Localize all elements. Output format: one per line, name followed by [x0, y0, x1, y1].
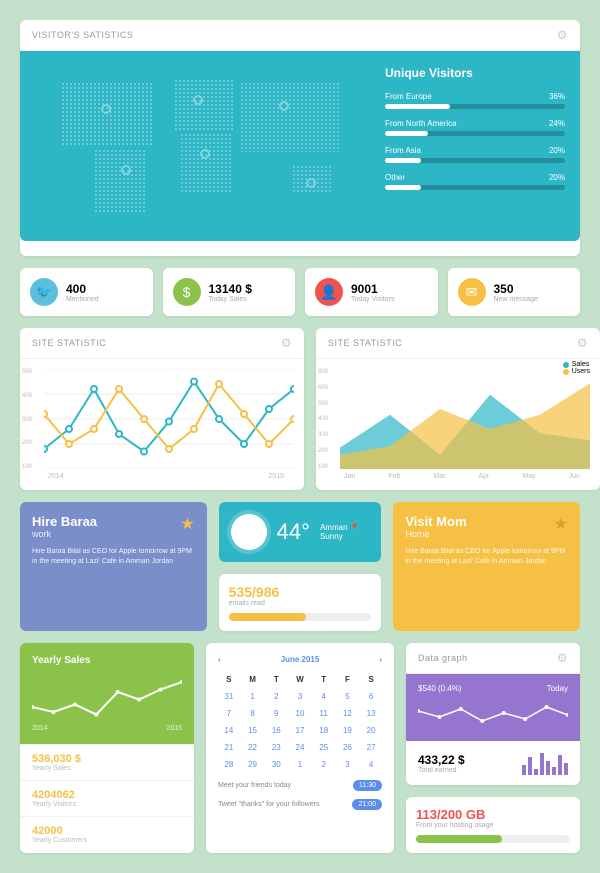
pin-icon: 📍	[350, 523, 360, 532]
yearly-sales-card: Yearly Sales 20142015 536,030 $Yearly Sa…	[20, 643, 194, 853]
stat-card[interactable]: $13140 $Today Sales	[163, 268, 296, 316]
stat-card[interactable]: 👤9001Today Visitors	[305, 268, 438, 316]
cal-day[interactable]: 1	[242, 689, 264, 704]
unique-heading: Unique Visitors	[385, 66, 565, 80]
chart-title: SITE STATISTIC	[328, 338, 402, 348]
note-body: Hire Baraa Bilal as CEO for Apple tomorr…	[405, 547, 568, 567]
cal-day[interactable]: 22	[242, 740, 264, 755]
cal-day[interactable]: 23	[265, 740, 287, 755]
visitors-title: VISITOR'S SATISTICS	[32, 30, 133, 40]
world-map	[35, 66, 365, 226]
gear-icon[interactable]: ⚙	[557, 28, 568, 42]
cal-day[interactable]: 9	[265, 706, 287, 721]
weather-cond: Sunny	[320, 532, 360, 541]
line-chart-card: SITE STATISTIC ⚙ 500400300200100 2014201…	[20, 328, 304, 490]
cal-next[interactable]: ›	[379, 655, 382, 664]
cal-day[interactable]: 21	[218, 740, 240, 755]
cal-day[interactable]: 2	[313, 757, 335, 772]
gear-icon[interactable]: ⚙	[577, 336, 588, 350]
dg-total: 433,22 $	[418, 753, 465, 767]
cal-day[interactable]: 12	[337, 706, 359, 721]
weather-card: 44° Amman 📍 Sunny	[219, 502, 382, 562]
yearly-title: Yearly Sales	[32, 655, 182, 666]
emails-value: 535/986	[229, 584, 372, 600]
cal-day[interactable]: 4	[360, 757, 382, 772]
stat-card[interactable]: 🐦400Mentioned	[20, 268, 153, 316]
dg-bars	[522, 751, 568, 775]
cal-day[interactable]: 10	[289, 706, 311, 721]
cal-day[interactable]: 6	[360, 689, 382, 704]
stats-row: 🐦400Mentioned$13140 $Today Sales👤9001Tod…	[20, 268, 580, 316]
storage-label: From your hosting usage	[416, 822, 570, 829]
cal-day[interactable]: 14	[218, 723, 240, 738]
cal-day[interactable]: 31	[218, 689, 240, 704]
cal-day[interactable]: 15	[242, 723, 264, 738]
cal-day[interactable]: 7	[218, 706, 240, 721]
cal-day[interactable]: 24	[289, 740, 311, 755]
gear-icon[interactable]: ⚙	[557, 651, 568, 665]
sun-icon	[231, 514, 267, 550]
cal-day[interactable]: 3	[337, 757, 359, 772]
area-chart-card: SITE STATISTIC ⚙ SalesUsers 800600500400…	[316, 328, 600, 490]
visit-note[interactable]: ★ Visit Mom Home Hire Baraa Bilal as CEO…	[393, 502, 580, 631]
stat-card[interactable]: ✉350New message	[448, 268, 581, 316]
dg-total-label: Total earned	[418, 767, 465, 774]
storage-progress	[416, 835, 502, 843]
cal-day[interactable]: 4	[313, 689, 335, 704]
note-sub: Home	[405, 529, 568, 539]
calendar-card: ‹ June 2015 › SMTWTFS3112345678910111213…	[206, 643, 394, 853]
note-body: Hire Baraa Bilal as CEO for Apple tomorr…	[32, 547, 195, 567]
cal-day[interactable]: 27	[360, 740, 382, 755]
cal-prev[interactable]: ‹	[218, 655, 221, 664]
storage-card: 113/200 GB From your hosting usage	[406, 797, 580, 853]
cal-day[interactable]: 18	[313, 723, 335, 738]
note-title: Visit Mom	[405, 514, 568, 529]
cal-day[interactable]: 2	[265, 689, 287, 704]
cal-day[interactable]: 30	[265, 757, 287, 772]
cal-day[interactable]: 19	[337, 723, 359, 738]
note-sub: work	[32, 529, 195, 539]
cal-day[interactable]: 3	[289, 689, 311, 704]
cal-day[interactable]: 16	[265, 723, 287, 738]
cal-day[interactable]: 11	[313, 706, 335, 721]
cal-day[interactable]: 17	[289, 723, 311, 738]
visitors-panel: VISITOR'S SATISTICS ⚙ Unique Visitors Fr…	[20, 20, 580, 256]
data-graph-card: Data graph ⚙ $540 (0.4%) Today 433,22 $ …	[406, 643, 580, 785]
cal-day[interactable]: 29	[242, 757, 264, 772]
emails-progress	[229, 613, 306, 621]
weather-city: Amman	[320, 523, 348, 532]
cal-day[interactable]: 13	[360, 706, 382, 721]
cal-day[interactable]: 8	[242, 706, 264, 721]
dg-title: Data graph	[418, 653, 468, 663]
cal-day[interactable]: 1	[289, 757, 311, 772]
dg-period: Today	[547, 684, 568, 693]
note-title: Hire Baraa	[32, 514, 195, 529]
cal-day[interactable]: 20	[360, 723, 382, 738]
cal-day[interactable]: 26	[337, 740, 359, 755]
cal-day[interactable]: 5	[337, 689, 359, 704]
cal-day[interactable]: 28	[218, 757, 240, 772]
gear-icon[interactable]: ⚙	[281, 336, 292, 350]
hire-note[interactable]: ★ Hire Baraa work Hire Baraa Bilal as CE…	[20, 502, 207, 631]
cal-day[interactable]: 25	[313, 740, 335, 755]
chart-title: SITE STATISTIC	[32, 338, 106, 348]
dg-stat: $540 (0.4%)	[418, 684, 462, 693]
cal-month: June 2015	[281, 655, 320, 664]
emails-card: 535/986 emails read	[219, 574, 382, 631]
temperature: 44°	[277, 519, 310, 545]
storage-value: 113/200 GB	[416, 807, 570, 822]
emails-label: emails read	[229, 600, 372, 607]
